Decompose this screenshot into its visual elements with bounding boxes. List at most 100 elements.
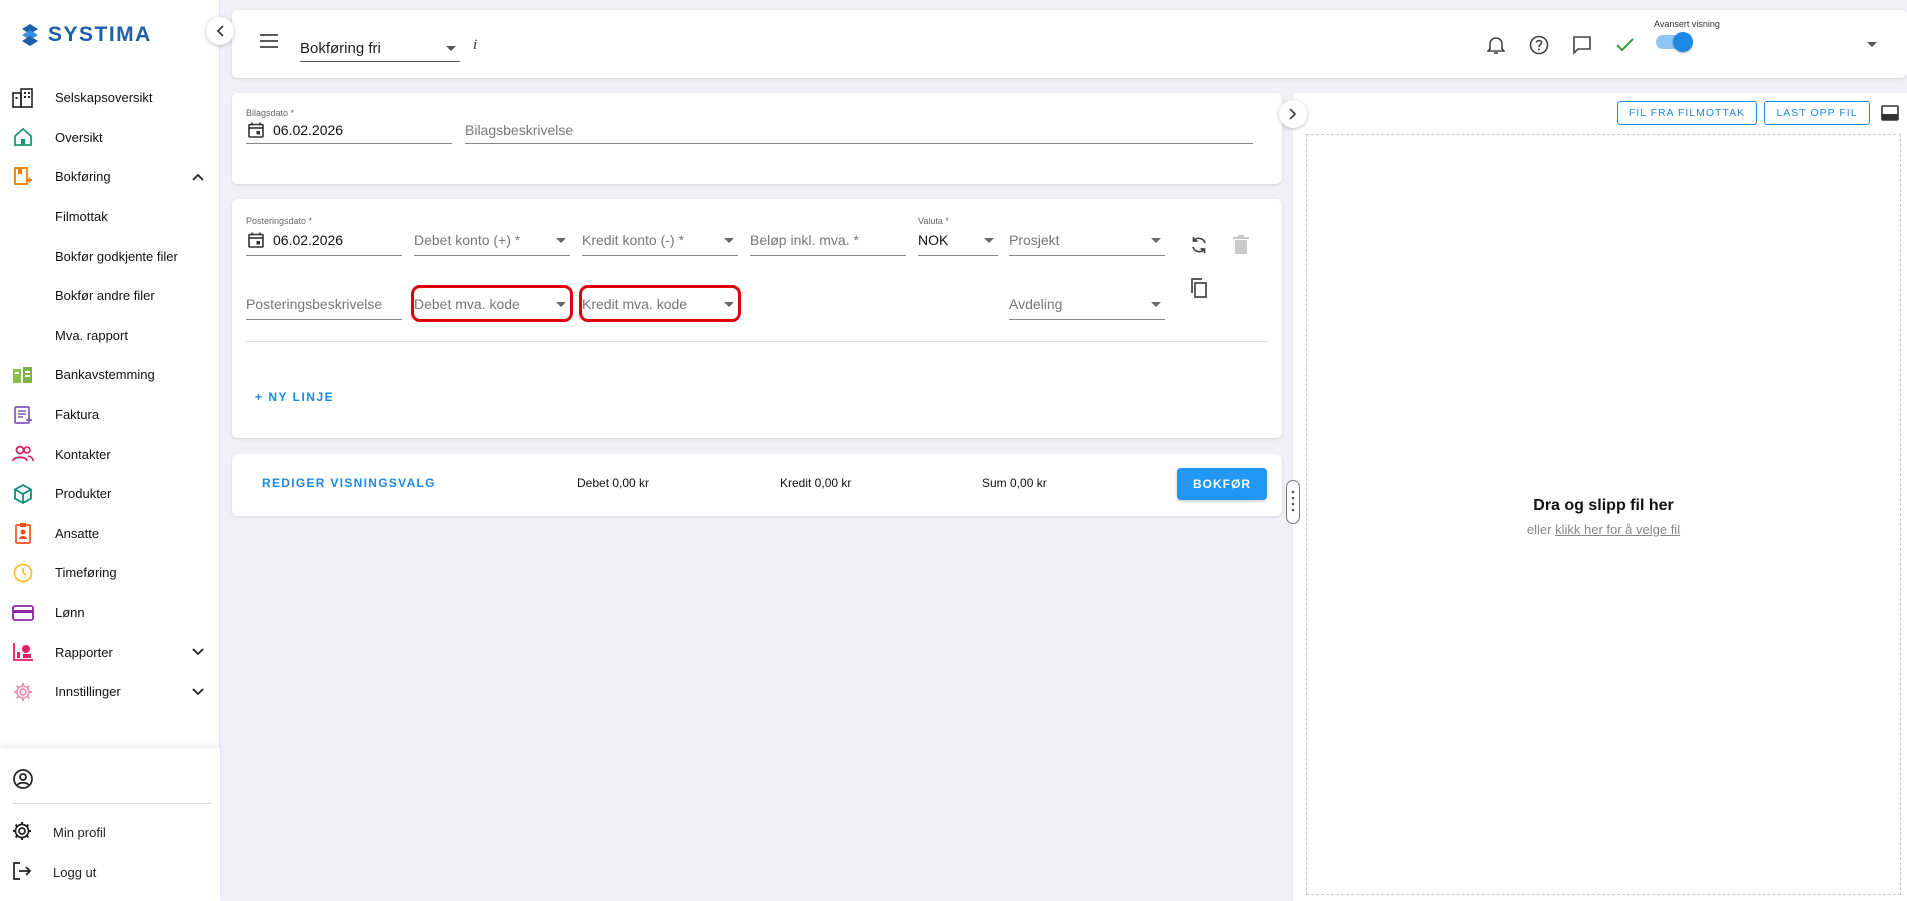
- debit-account-field[interactable]: Debet konto (+) *: [414, 216, 570, 256]
- sum-total: Sum 0,00 kr: [982, 476, 1047, 490]
- advanced-view-toggle[interactable]: [1656, 32, 1693, 52]
- hamburger-menu-icon[interactable]: [260, 34, 278, 51]
- file-from-inbox-button[interactable]: FIL FRA FILMOTTAK: [1617, 101, 1757, 125]
- chevron-down-icon[interactable]: [192, 685, 204, 699]
- currency-select[interactable]: Valuta * NOK: [918, 216, 998, 256]
- sidebar-item-oversikt[interactable]: Oversikt: [0, 118, 220, 158]
- panel-resize-handle[interactable]: [1286, 480, 1300, 524]
- summary-card: REDIGER VISNINGSVALG Debet 0,00 kr Kredi…: [232, 454, 1282, 516]
- notification-bell-icon[interactable]: [1485, 34, 1507, 56]
- sidebar-item-mva-rapport[interactable]: Mva. rapport: [0, 316, 220, 356]
- panel-layout-icon[interactable]: [1881, 105, 1899, 124]
- gear-icon: [12, 821, 32, 844]
- account-avatar[interactable]: [12, 768, 34, 793]
- dropdown-arrow-icon: [446, 46, 456, 51]
- sidebar-bottom: Min profil Logg ut: [0, 748, 220, 901]
- calendar-icon[interactable]: [248, 122, 264, 138]
- sidebar-item-lonn[interactable]: Lønn: [0, 593, 220, 633]
- sidebar-item-rapporter[interactable]: Rapporter: [0, 632, 220, 672]
- top-bar: Bokføring fri i Avansert visning: [232, 10, 1907, 78]
- sidebar-item-label: Innstillinger: [55, 684, 121, 700]
- department-placeholder: Avdeling: [1009, 296, 1063, 312]
- debit-total: Debet 0,00 kr: [577, 476, 650, 490]
- upload-file-button[interactable]: LAST OPP FIL: [1764, 101, 1870, 125]
- department-field[interactable]: Avdeling: [1009, 280, 1165, 320]
- chevron-right-icon: [1289, 108, 1297, 120]
- voucher-card: Bilagsdato * 06.02.2026 Bilagsbeskrivels…: [232, 93, 1282, 184]
- sidebar-item-faktura[interactable]: Faktura: [0, 395, 220, 435]
- calendar-icon[interactable]: [248, 232, 264, 248]
- field-underline: [1009, 255, 1165, 256]
- sidebar-item-bokfor-godkjente-filer[interactable]: Bokfør godkjente filer: [0, 236, 220, 276]
- sidebar-item-label: Lønn: [55, 605, 85, 621]
- field-underline: [1009, 319, 1165, 320]
- logo[interactable]: SYSTIMA: [18, 22, 152, 48]
- sidebar-item-bokforing[interactable]: Bokføring: [0, 157, 220, 197]
- voucher-description-placeholder: Bilagsbeskrivelse: [465, 122, 574, 138]
- brand-name: SYSTIMA: [48, 23, 152, 46]
- bookkeeping-mode-select[interactable]: Bokføring fri: [300, 36, 460, 62]
- edit-view-options-button[interactable]: REDIGER VISNINGSVALG: [262, 476, 436, 490]
- product-icon: [12, 483, 34, 505]
- posting-description-field[interactable]: Posteringsbeskrivelse: [246, 280, 402, 320]
- advanced-view-label: Avansert visning: [1654, 19, 1720, 29]
- copy-icon[interactable]: [1190, 278, 1208, 301]
- project-field[interactable]: Prosjekt: [1009, 216, 1165, 256]
- chat-icon[interactable]: [1571, 34, 1593, 56]
- chevron-left-icon: [216, 25, 224, 37]
- sidebar-item-label: Produkter: [55, 486, 112, 502]
- employee-icon: [12, 522, 34, 545]
- sidebar-item-produkter[interactable]: Produkter: [0, 474, 220, 514]
- settings-icon: [12, 681, 34, 703]
- sidebar-item-label: Ansatte: [55, 525, 100, 541]
- sidebar-collapse-button[interactable]: [206, 17, 234, 45]
- sidebar-item-selskapsoversikt[interactable]: Selskapsoversikt: [0, 78, 220, 118]
- field-underline: [465, 143, 1253, 144]
- sidebar-item-label: Selskapsoversikt: [55, 90, 153, 106]
- choose-file-link[interactable]: klikk her for å velge fil: [1555, 522, 1680, 537]
- sidebar-item-bankavstemming[interactable]: Bankavstemming: [0, 355, 220, 395]
- file-panel-toggle-button[interactable]: [1279, 100, 1307, 128]
- posting-card: Posteringsdato * 06.02.2026 Debet konto …: [232, 199, 1282, 438]
- user-menu-dropdown-icon[interactable]: [1867, 42, 1877, 47]
- building-icon: [12, 87, 34, 109]
- logg-ut-link[interactable]: Logg ut: [12, 861, 96, 884]
- reports-icon: [12, 641, 34, 663]
- file-dropzone[interactable]: Dra og slipp fil her eller klikk her for…: [1306, 134, 1901, 895]
- checkmark-icon[interactable]: [1614, 34, 1636, 56]
- sidebar-nav: Selskapsoversikt Oversikt Bokføring Film…: [0, 78, 220, 712]
- chevron-down-icon[interactable]: [192, 645, 204, 659]
- systima-logo-icon: [22, 24, 38, 46]
- dropdown-arrow-icon: [1151, 302, 1161, 307]
- new-line-button[interactable]: + NY LINJE: [255, 390, 334, 404]
- min-profil-link[interactable]: Min profil: [12, 821, 106, 844]
- field-underline: [246, 255, 402, 256]
- sync-icon[interactable]: [1189, 235, 1209, 258]
- bookkeeping-mode-value: Bokføring fri: [300, 40, 381, 57]
- sidebar-item-filmottak[interactable]: Filmottak: [0, 197, 220, 237]
- amount-placeholder: Beløp inkl. mva. *: [750, 232, 859, 248]
- book-button[interactable]: BOKFØR: [1177, 468, 1267, 500]
- payroll-icon: [12, 602, 34, 624]
- highlight-credit-vat: [579, 285, 741, 322]
- posting-date-field[interactable]: Posteringsdato * 06.02.2026: [246, 216, 402, 256]
- delete-icon[interactable]: [1233, 235, 1249, 258]
- dropdown-arrow-icon: [984, 238, 994, 243]
- sidebar-item-timeforing[interactable]: Timeføring: [0, 553, 220, 593]
- chevron-up-icon[interactable]: [192, 170, 204, 184]
- info-icon[interactable]: i: [473, 37, 477, 54]
- voucher-date-field[interactable]: Bilagsdato * 06.02.2026: [246, 108, 452, 144]
- bookkeeping-icon: [12, 166, 34, 188]
- help-icon[interactable]: [1528, 34, 1550, 56]
- sidebar-item-label: Kontakter: [55, 446, 111, 462]
- voucher-description-field[interactable]: Bilagsbeskrivelse: [465, 108, 1253, 144]
- sidebar-item-innstillinger[interactable]: Innstillinger: [0, 672, 220, 712]
- field-underline: [750, 255, 906, 256]
- sidebar-item-kontakter[interactable]: Kontakter: [0, 434, 220, 474]
- credit-account-field[interactable]: Kredit konto (-) *: [582, 216, 738, 256]
- amount-field[interactable]: Beløp inkl. mva. *: [750, 216, 906, 256]
- sidebar-item-ansatte[interactable]: Ansatte: [0, 514, 220, 554]
- sidebar-item-bokfor-andre-filer[interactable]: Bokfør andre filer: [0, 276, 220, 316]
- posting-date-value: 06.02.2026: [273, 232, 344, 248]
- logout-icon: [12, 861, 32, 884]
